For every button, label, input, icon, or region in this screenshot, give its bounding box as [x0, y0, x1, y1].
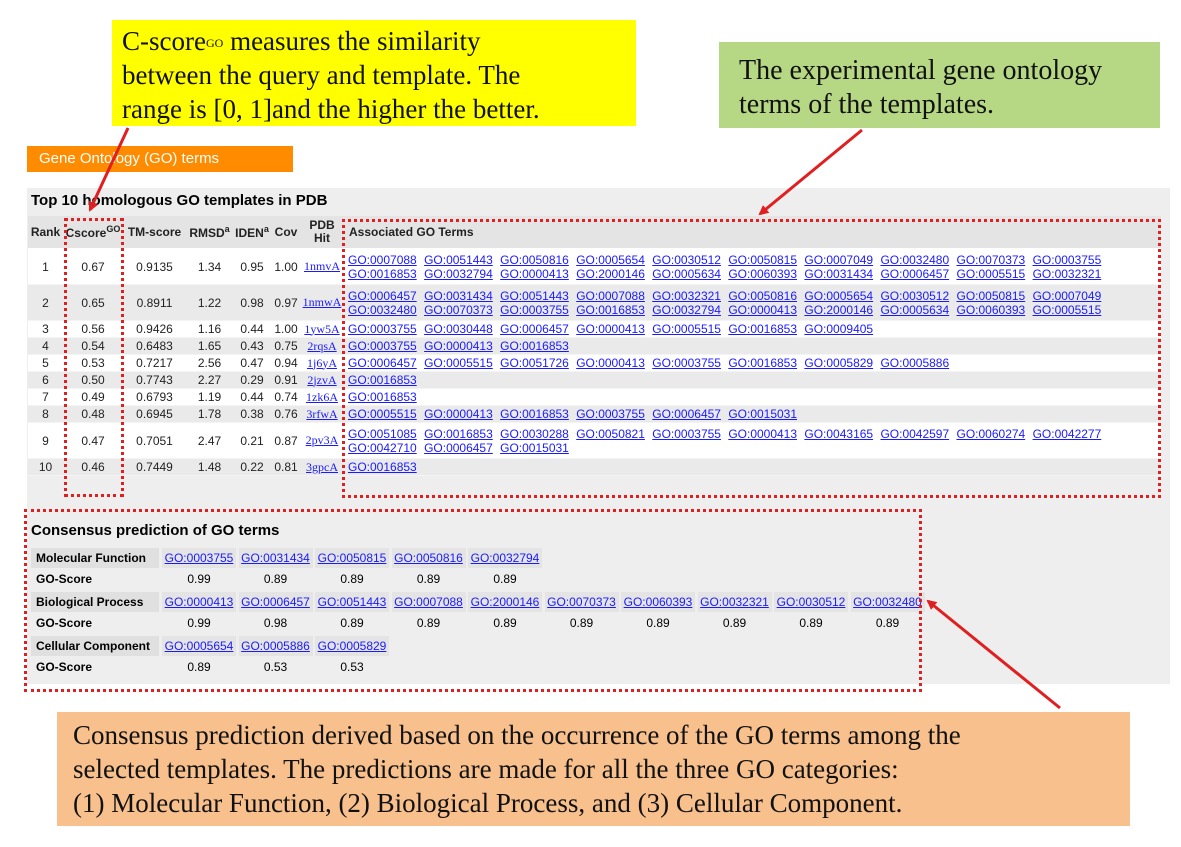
arrow-to-cscore	[88, 127, 130, 212]
annotation-arrows	[88, 127, 1061, 710]
arrow-to-go-terms	[758, 128, 863, 216]
arrow-to-consensus	[926, 599, 1061, 710]
